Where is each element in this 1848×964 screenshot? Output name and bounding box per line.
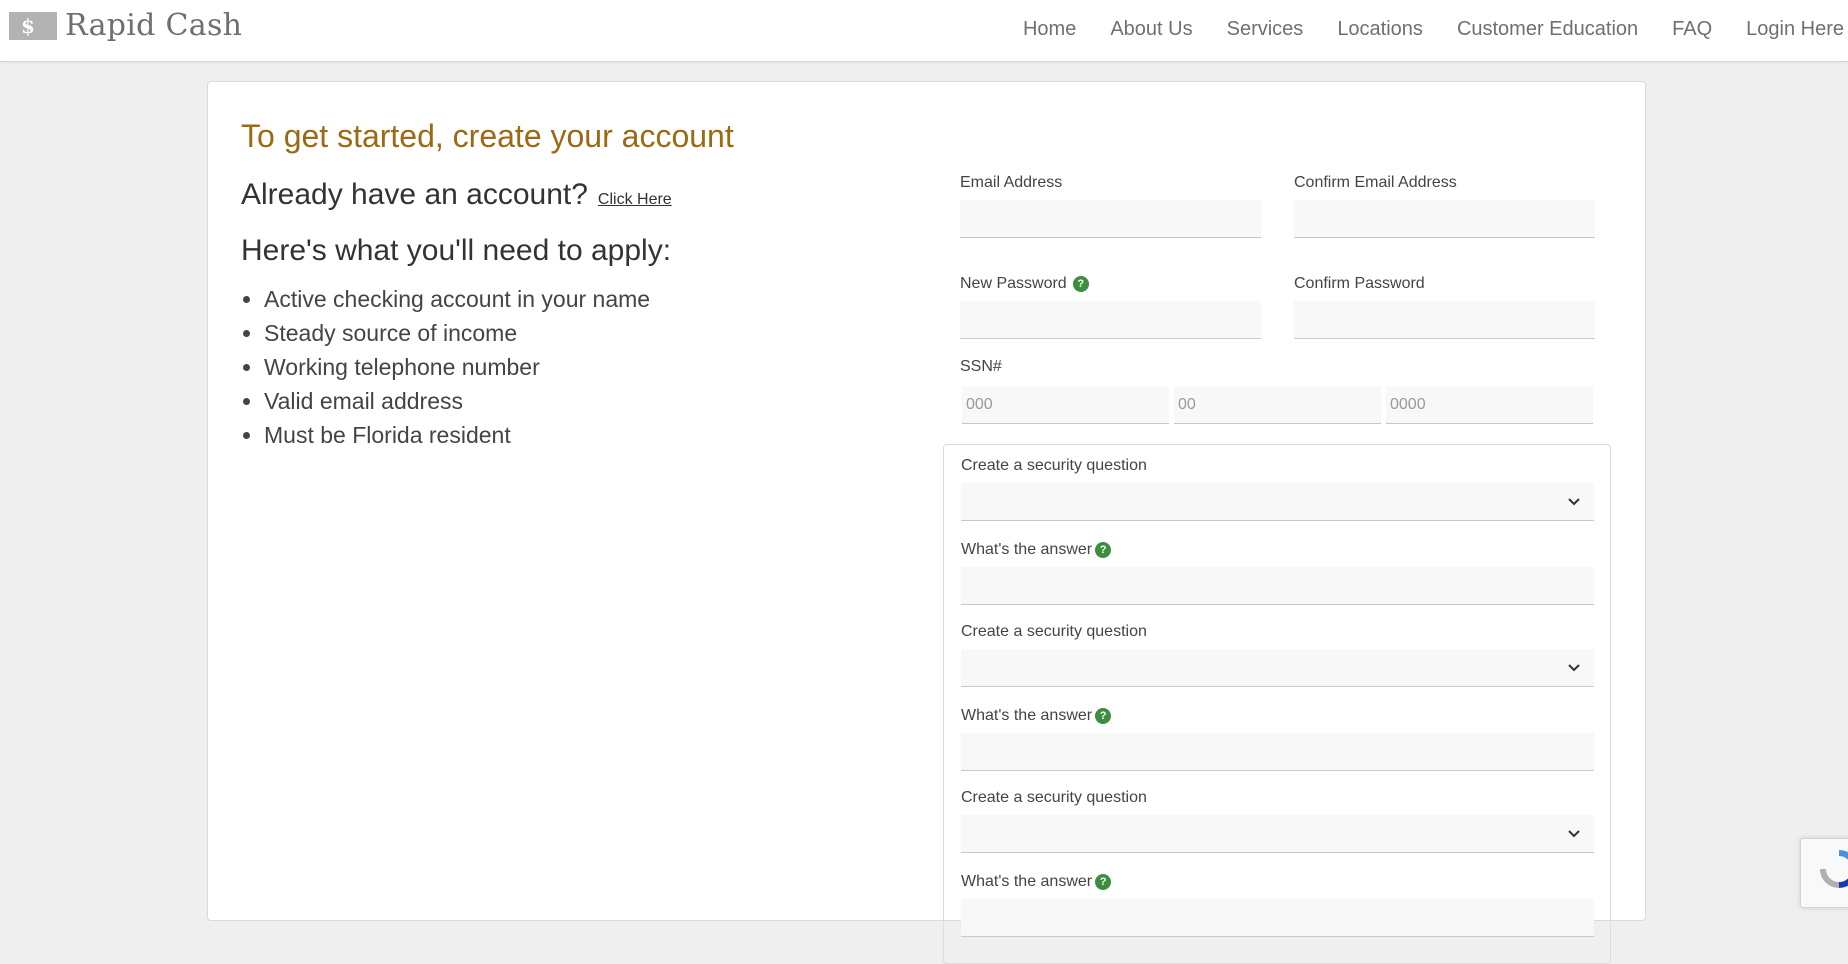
signup-card: To get started, create your account Alre… bbox=[207, 81, 1646, 964]
help-icon[interactable]: ? bbox=[1072, 276, 1089, 292]
ssn-part1-input[interactable] bbox=[962, 386, 1169, 424]
nav-faq[interactable]: FAQ bbox=[1672, 18, 1712, 41]
answer-label: What's the answer ? bbox=[961, 707, 1112, 725]
requirements-heading: Here's what you'll need to apply: bbox=[241, 234, 672, 267]
security-question-select[interactable] bbox=[961, 483, 1594, 521]
site-logo[interactable]: $ Rapid Cash bbox=[9, 8, 242, 43]
already-have-account: Already have an account? Click Here bbox=[241, 178, 672, 212]
new-password-label: New Password ? bbox=[960, 275, 1089, 293]
nav-services[interactable]: Services bbox=[1227, 18, 1304, 41]
answer-label-text: What's the answer bbox=[961, 541, 1093, 558]
help-icon[interactable]: ? bbox=[1095, 874, 1112, 890]
main-nav: Home About Us Services Locations Custome… bbox=[989, 18, 1844, 41]
new-password-label-text: New Password bbox=[960, 275, 1067, 292]
nav-about-us[interactable]: About Us bbox=[1110, 18, 1192, 41]
answer-label-text: What's the answer bbox=[961, 707, 1093, 724]
nav-login[interactable]: Login Here bbox=[1746, 18, 1844, 41]
ssn-part2-input[interactable] bbox=[1174, 386, 1381, 424]
requirements-list: Active checking account in your name Ste… bbox=[241, 282, 650, 452]
email-label: Email Address bbox=[960, 174, 1063, 191]
chevron-down-icon bbox=[1568, 664, 1580, 672]
nav-locations[interactable]: Locations bbox=[1337, 18, 1423, 41]
confirm-password-label: Confirm Password bbox=[1294, 275, 1425, 292]
page-title: To get started, create your account bbox=[241, 118, 734, 154]
requirement-item: Working telephone number bbox=[264, 350, 650, 384]
help-icon[interactable]: ? bbox=[1095, 708, 1112, 724]
security-question-label: Create a security question bbox=[961, 623, 1147, 640]
confirm-email-field[interactable] bbox=[1294, 200, 1595, 238]
requirement-item: Valid email address bbox=[264, 384, 650, 418]
email-field[interactable] bbox=[960, 200, 1261, 238]
confirm-email-label: Confirm Email Address bbox=[1294, 174, 1457, 191]
recaptcha-icon bbox=[1820, 850, 1848, 888]
requirement-item: Must be Florida resident bbox=[264, 418, 650, 452]
answer-label: What's the answer ? bbox=[961, 873, 1112, 891]
chevron-down-icon bbox=[1568, 830, 1580, 838]
answer-label-text: What's the answer bbox=[961, 873, 1093, 890]
recaptcha-badge[interactable] bbox=[1800, 838, 1848, 908]
security-question-label: Create a security question bbox=[961, 789, 1147, 806]
new-password-field[interactable] bbox=[960, 301, 1261, 339]
nav-home[interactable]: Home bbox=[1023, 18, 1076, 41]
nav-customer-education[interactable]: Customer Education bbox=[1457, 18, 1638, 41]
logo-mark-glyph: $ bbox=[21, 13, 35, 38]
security-question-label: Create a security question bbox=[961, 457, 1147, 474]
help-icon[interactable]: ? bbox=[1095, 542, 1112, 558]
ssn-part3-input[interactable] bbox=[1386, 386, 1593, 424]
chevron-down-icon bbox=[1568, 498, 1580, 506]
security-question-select[interactable] bbox=[961, 815, 1594, 853]
requirement-item: Steady source of income bbox=[264, 316, 650, 350]
confirm-password-field[interactable] bbox=[1294, 301, 1595, 339]
answer-label: What's the answer ? bbox=[961, 541, 1112, 559]
requirement-item: Active checking account in your name bbox=[264, 282, 650, 316]
answer-field[interactable] bbox=[961, 899, 1594, 937]
ssn-label: SSN# bbox=[960, 358, 1002, 375]
click-here-link[interactable]: Click Here bbox=[598, 191, 672, 209]
answer-field[interactable] bbox=[961, 567, 1594, 605]
logo-text: Rapid Cash bbox=[65, 8, 243, 43]
dollar-logo-icon: $ bbox=[9, 11, 57, 40]
site-header: $ Rapid Cash Home About Us Services Loca… bbox=[0, 0, 1848, 62]
already-text: Already have an account? bbox=[241, 178, 588, 211]
security-question-select[interactable] bbox=[961, 649, 1594, 687]
answer-field[interactable] bbox=[961, 733, 1594, 771]
